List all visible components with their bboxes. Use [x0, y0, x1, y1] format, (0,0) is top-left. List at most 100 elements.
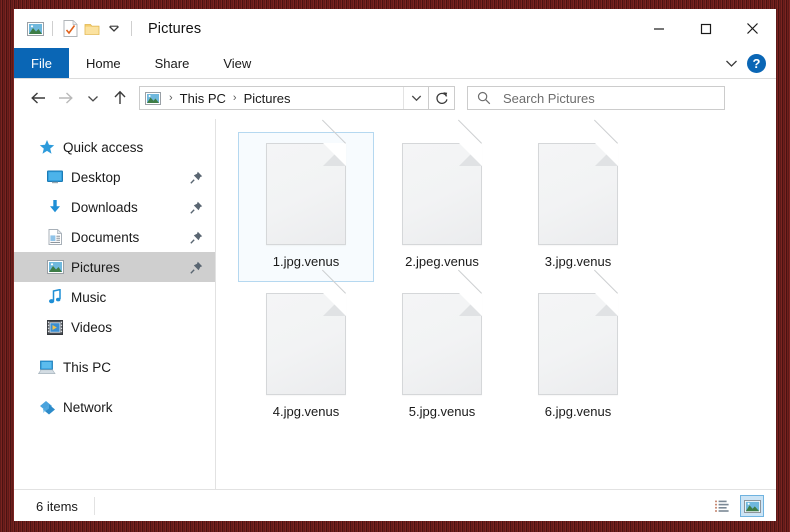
music-icon — [46, 288, 64, 306]
pictures-library-icon-small — [145, 91, 161, 105]
sidebar-item-desktop[interactable]: Desktop — [14, 162, 215, 192]
pictures-library-icon[interactable] — [24, 18, 46, 40]
pin-icon[interactable] — [189, 260, 203, 274]
this-pc-icon — [38, 358, 56, 376]
sidebar-item-network[interactable]: Network — [14, 392, 215, 422]
sidebar-label: Quick access — [63, 139, 144, 155]
up-arrow-icon[interactable] — [106, 83, 133, 113]
breadcrumb-separator-1: › — [169, 92, 173, 104]
navigation-pane: Quick access Desktop Downloads Documents… — [14, 119, 215, 489]
file-item[interactable]: 4.jpg.venus — [238, 269, 374, 432]
toolbar-divider — [52, 21, 53, 36]
title-bar: Pictures — [14, 9, 776, 48]
sidebar-item-downloads[interactable]: Downloads — [14, 192, 215, 222]
downloads-icon — [46, 198, 64, 216]
sidebar-label: Pictures — [71, 259, 120, 275]
blank-document-icon — [538, 269, 618, 395]
pictures-icon — [46, 258, 64, 276]
file-name: 2.jpeg.venus — [405, 254, 479, 269]
large-icons-view-button[interactable] — [740, 495, 764, 517]
refresh-button[interactable] — [429, 86, 455, 110]
address-dropdown-icon[interactable] — [403, 87, 428, 109]
sidebar-label: Music — [71, 289, 107, 305]
new-folder-icon[interactable] — [81, 18, 103, 40]
sidebar-item-quick-access[interactable]: Quick access — [14, 132, 215, 162]
sidebar-item-videos[interactable]: Videos — [14, 312, 215, 342]
sidebar-label: Desktop — [71, 169, 121, 185]
view-toggle-group — [711, 495, 776, 517]
tab-file[interactable]: File — [14, 48, 69, 78]
pin-icon[interactable] — [189, 230, 203, 244]
sidebar-label: Network — [63, 399, 113, 415]
desktop-frame: pc risk.com — [0, 0, 790, 532]
file-item[interactable]: 2.jpeg.venus — [374, 119, 510, 282]
recent-locations-chevron-icon[interactable] — [79, 83, 106, 113]
sidebar-item-music[interactable]: Music — [14, 282, 215, 312]
search-placeholder: Search Pictures — [503, 90, 595, 106]
search-input[interactable]: Search Pictures — [467, 86, 725, 110]
sidebar-label: This PC — [63, 359, 112, 375]
sidebar-item-pictures[interactable]: Pictures — [14, 252, 215, 282]
quick-access-toolbar — [14, 18, 138, 40]
properties-icon[interactable] — [59, 18, 81, 40]
file-grid: 1.jpg.venus 2.jpeg.venus 3.jpg.venus 4.j… — [238, 119, 776, 432]
sidebar-item-this-pc[interactable]: This PC — [14, 352, 215, 382]
details-view-button[interactable] — [711, 495, 735, 517]
window-title: Pictures — [148, 20, 202, 37]
sidebar-label: Videos — [71, 319, 113, 335]
item-count-label: 6 items — [36, 498, 78, 514]
close-button[interactable] — [729, 9, 776, 48]
explorer-body: Quick access Desktop Downloads Documents… — [14, 119, 776, 489]
breadcrumb-separator-2: › — [232, 92, 237, 104]
documents-icon — [46, 228, 64, 246]
blank-document-icon — [402, 269, 482, 395]
status-divider — [93, 497, 95, 515]
tab-home[interactable]: Home — [69, 48, 138, 78]
star-icon — [38, 138, 56, 156]
desktop-icon — [46, 168, 64, 186]
file-item[interactable]: 5.jpg.venus — [374, 269, 510, 432]
blank-document-icon — [266, 269, 346, 395]
tab-share[interactable]: Share — [138, 48, 207, 78]
help-button[interactable]: ? — [747, 53, 766, 73]
status-bar: 6 items — [14, 489, 776, 521]
blank-document-icon — [266, 119, 346, 245]
address-bar[interactable]: › This PC › Pictures — [139, 86, 429, 110]
maximize-button[interactable] — [682, 9, 729, 48]
breadcrumb-pictures[interactable]: Pictures — [242, 91, 293, 106]
tab-view[interactable]: View — [206, 48, 268, 78]
chevron-down-icon[interactable] — [719, 51, 743, 75]
file-item[interactable]: 6.jpg.venus — [510, 269, 646, 432]
forward-arrow-icon[interactable] — [52, 83, 79, 113]
pin-icon[interactable] — [189, 170, 203, 184]
search-icon — [477, 91, 491, 105]
minimize-button[interactable] — [635, 9, 682, 48]
file-item[interactable]: 1.jpg.venus — [238, 119, 374, 282]
window-controls — [635, 9, 776, 48]
file-list-pane[interactable]: 1.jpg.venus 2.jpeg.venus 3.jpg.venus 4.j… — [216, 119, 776, 489]
sidebar-label: Downloads — [71, 199, 138, 215]
navigation-bar: › This PC › Pictures Search Pictures — [14, 79, 776, 117]
videos-icon — [46, 318, 64, 336]
blank-document-icon — [402, 119, 482, 245]
ribbon-tab-bar: File Home Share View ? — [14, 48, 776, 78]
breadcrumb-this-pc[interactable]: This PC — [178, 91, 228, 106]
sidebar-label: Documents — [71, 229, 140, 245]
file-name: 6.jpg.venus — [544, 404, 612, 419]
sidebar-item-documents[interactable]: Documents — [14, 222, 215, 252]
back-arrow-icon[interactable] — [25, 83, 52, 113]
blank-document-icon — [538, 119, 618, 245]
file-name: 4.jpg.venus — [272, 404, 340, 419]
file-name: 5.jpg.venus — [408, 404, 476, 419]
network-icon — [38, 398, 56, 416]
file-name: 1.jpg.venus — [272, 254, 340, 269]
toolbar-divider-2 — [131, 21, 132, 36]
ribbon-right-controls: ? — [719, 48, 776, 78]
customize-chevron-icon[interactable] — [103, 18, 125, 40]
pin-icon[interactable] — [189, 200, 203, 214]
file-item[interactable]: 3.jpg.venus — [510, 119, 646, 282]
file-explorer-window: pc risk.com — [14, 9, 776, 521]
file-name: 3.jpg.venus — [544, 254, 612, 269]
